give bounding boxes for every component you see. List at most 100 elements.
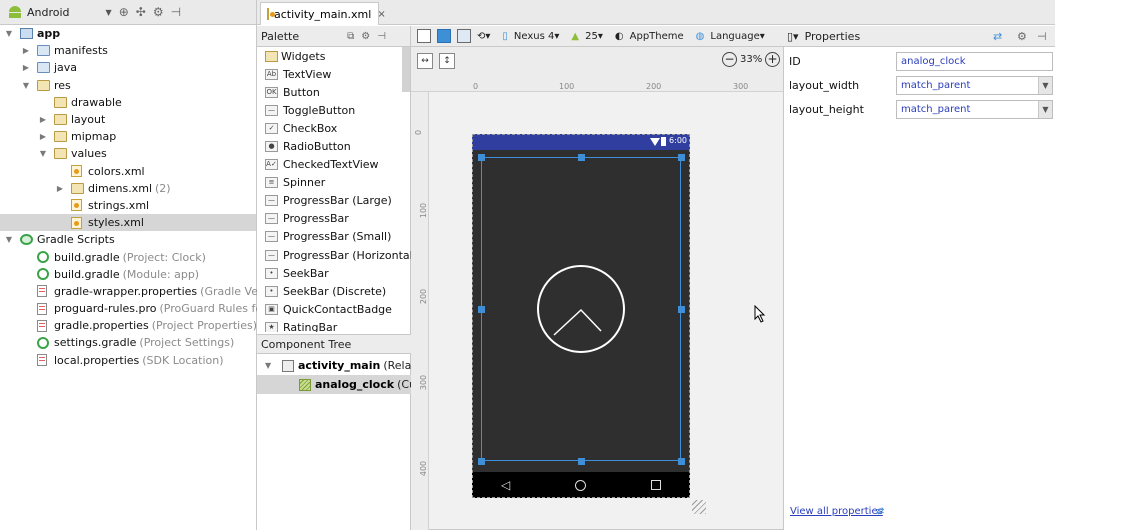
expand-vertical-icon[interactable]: ↕ <box>439 52 455 69</box>
ruler-label: 0 <box>414 129 424 136</box>
close-icon[interactable]: × <box>377 9 385 20</box>
widget-icon: OK <box>265 86 278 98</box>
theme-selector[interactable]: ◐ AppTheme <box>609 31 684 42</box>
palette-item[interactable]: A✓ CheckedTextView <box>257 156 411 174</box>
tab-activity-main[interactable]: activity_main.xml × <box>260 2 386 25</box>
zoom-in-button[interactable]: + <box>765 52 780 67</box>
hide-panel-icon[interactable]: ⊣ <box>171 5 181 19</box>
tree-item[interactable]: proguard-rules.pro (ProGuard Rules for ap… <box>0 300 295 317</box>
project-toolbar: Android ▼ ⊕ ✣ ⚙ ⊣ <box>0 0 256 25</box>
device-resize-corner[interactable] <box>692 500 706 514</box>
resize-handle[interactable] <box>678 154 685 161</box>
device-selector[interactable]: ▯ Nexus 4▾ <box>496 31 559 42</box>
palette-item[interactable]: — ProgressBar (Large) <box>257 192 411 210</box>
chevron-down-icon[interactable]: ▼ <box>4 29 14 38</box>
chevron-down-icon[interactable]: ▼ <box>21 81 31 90</box>
resize-handle[interactable] <box>478 154 485 161</box>
palette-item[interactable]: ● RadioButton <box>257 137 411 155</box>
tree-item[interactable]: ▶ manifests <box>0 42 256 59</box>
split-mode-icon[interactable] <box>457 29 471 43</box>
gear-icon[interactable]: ⚙ <box>361 31 370 42</box>
resize-handle[interactable] <box>678 306 685 313</box>
chevron-right-icon[interactable]: ▶ <box>38 132 48 141</box>
orientation-icon[interactable]: ⟲▾ <box>477 31 490 42</box>
id-field[interactable] <box>896 51 1053 71</box>
chevron-right-icon[interactable]: ▶ <box>21 46 31 55</box>
chevron-right-icon[interactable]: ▶ <box>55 184 65 193</box>
tree-item[interactable]: settings.gradle (Project Settings) <box>0 334 256 351</box>
view-all-properties-link[interactable]: View all properties <box>790 506 883 517</box>
chevron-down-icon[interactable]: ▼ <box>38 149 48 158</box>
palette-item[interactable]: ▣ QuickContactBadge <box>257 300 411 318</box>
tree-item[interactable]: build.gradle (Module: app) <box>0 266 256 283</box>
palette-item[interactable]: • SeekBar <box>257 264 411 282</box>
tree-item[interactable]: ▶ dimens.xml (2) <box>0 180 256 197</box>
resize-handle[interactable] <box>478 306 485 313</box>
tree-item[interactable]: ▶ java <box>0 59 256 76</box>
tree-item[interactable]: local.properties (SDK Location) <box>0 352 256 369</box>
tree-item[interactable]: ▼ res <box>0 77 256 94</box>
expand-horizontal-icon[interactable]: ↔ <box>417 52 433 69</box>
chevron-down-icon[interactable]: ▼ <box>4 235 14 244</box>
palette-item[interactable]: ★ RatingBar <box>257 318 411 332</box>
palette-item[interactable]: OK Button <box>257 83 411 101</box>
tree-item-label: values <box>71 147 107 161</box>
palette-category[interactable]: Widgets <box>257 47 411 65</box>
palette-item[interactable]: — ProgressBar (Small) <box>257 228 411 246</box>
palette-item[interactable]: — ProgressBar <box>257 210 411 228</box>
tree-item[interactable]: ▶ mipmap <box>0 128 256 145</box>
tree-item[interactable]: styles.xml <box>0 214 256 232</box>
resize-handle[interactable] <box>578 458 585 465</box>
tree-item[interactable]: gradle-wrapper.properties (Gradle Version… <box>0 283 289 300</box>
hide-panel-icon[interactable]: ⊣ <box>377 31 386 42</box>
tree-item[interactable]: colors.xml <box>0 163 256 180</box>
tree-item-label: mipmap <box>71 130 117 144</box>
palette-item[interactable]: Ab TextView <box>257 65 411 83</box>
design-mode-icon[interactable] <box>417 29 431 43</box>
resize-handle[interactable] <box>578 154 585 161</box>
blueprint-mode-icon[interactable] <box>437 29 451 43</box>
language-selector[interactable]: ◍ Language▾ <box>690 31 765 42</box>
gear-icon[interactable]: ⚙ <box>1017 30 1027 43</box>
project-view-selector[interactable]: Android <box>27 6 70 19</box>
sync-icon[interactable]: ⊕ <box>119 5 129 19</box>
tree-item[interactable]: ▼ values <box>0 145 256 162</box>
chevron-down-icon[interactable]: ▼ <box>106 8 112 17</box>
tree-item[interactable]: gradle.properties (Project Properties) <box>0 317 257 334</box>
component-tree-root[interactable]: ▼ activity_main(RelativeLa <box>257 356 411 375</box>
tree-item[interactable]: ▼ Gradle Scripts <box>0 231 256 248</box>
resize-handle[interactable] <box>478 458 485 465</box>
component-tree-child[interactable]: analog_clock(Custor <box>257 375 411 394</box>
chevron-down-icon[interactable]: ▼ <box>1038 100 1052 118</box>
collapse-icon[interactable]: ✣ <box>136 5 146 19</box>
tree-item[interactable]: ▶ layout <box>0 111 256 128</box>
layout-width-select[interactable]: match_parent ▼ <box>896 75 1053 95</box>
gear-icon[interactable]: ⚙ <box>153 5 164 19</box>
palette-item[interactable]: — ToggleButton <box>257 101 411 119</box>
copy-icon[interactable]: ⧉ <box>347 31 354 42</box>
chevron-right-icon[interactable]: ▶ <box>38 115 48 124</box>
tree-item[interactable]: drawable <box>0 94 256 111</box>
resize-handle[interactable] <box>678 458 685 465</box>
tree-item[interactable]: build.gradle (Project: Clock) <box>0 248 256 265</box>
zoom-out-button[interactable]: − <box>722 52 737 67</box>
layout-height-select[interactable]: match_parent ▼ <box>896 99 1053 119</box>
tree-item[interactable]: strings.xml <box>0 197 256 214</box>
hide-panel-icon[interactable]: ⊣ <box>1037 30 1047 43</box>
palette-item[interactable]: — ProgressBar (Horizontal) <box>257 246 411 264</box>
device-config-icon[interactable]: ▯▾ <box>787 30 799 43</box>
chevron-down-icon[interactable]: ▼ <box>265 361 271 370</box>
chevron-down-icon[interactable]: ▼ <box>1038 76 1052 94</box>
palette-item[interactable]: • SeekBar (Discrete) <box>257 282 411 300</box>
palette-item[interactable]: ≡ Spinner <box>257 174 411 192</box>
swap-icon[interactable]: ⇄ <box>876 506 884 517</box>
select-value: match_parent <box>901 79 971 91</box>
widget-icon: ▣ <box>265 303 278 315</box>
palette-scrollbar[interactable] <box>402 47 410 92</box>
tree-item[interactable]: ▼ app <box>0 25 256 42</box>
palette-item[interactable]: ✓ CheckBox <box>257 119 411 137</box>
property-name: ID <box>789 54 801 68</box>
api-selector[interactable]: ▲ 25▾ <box>565 31 602 42</box>
chevron-right-icon[interactable]: ▶ <box>21 63 31 72</box>
swap-icon[interactable]: ⇄ <box>993 30 1002 43</box>
